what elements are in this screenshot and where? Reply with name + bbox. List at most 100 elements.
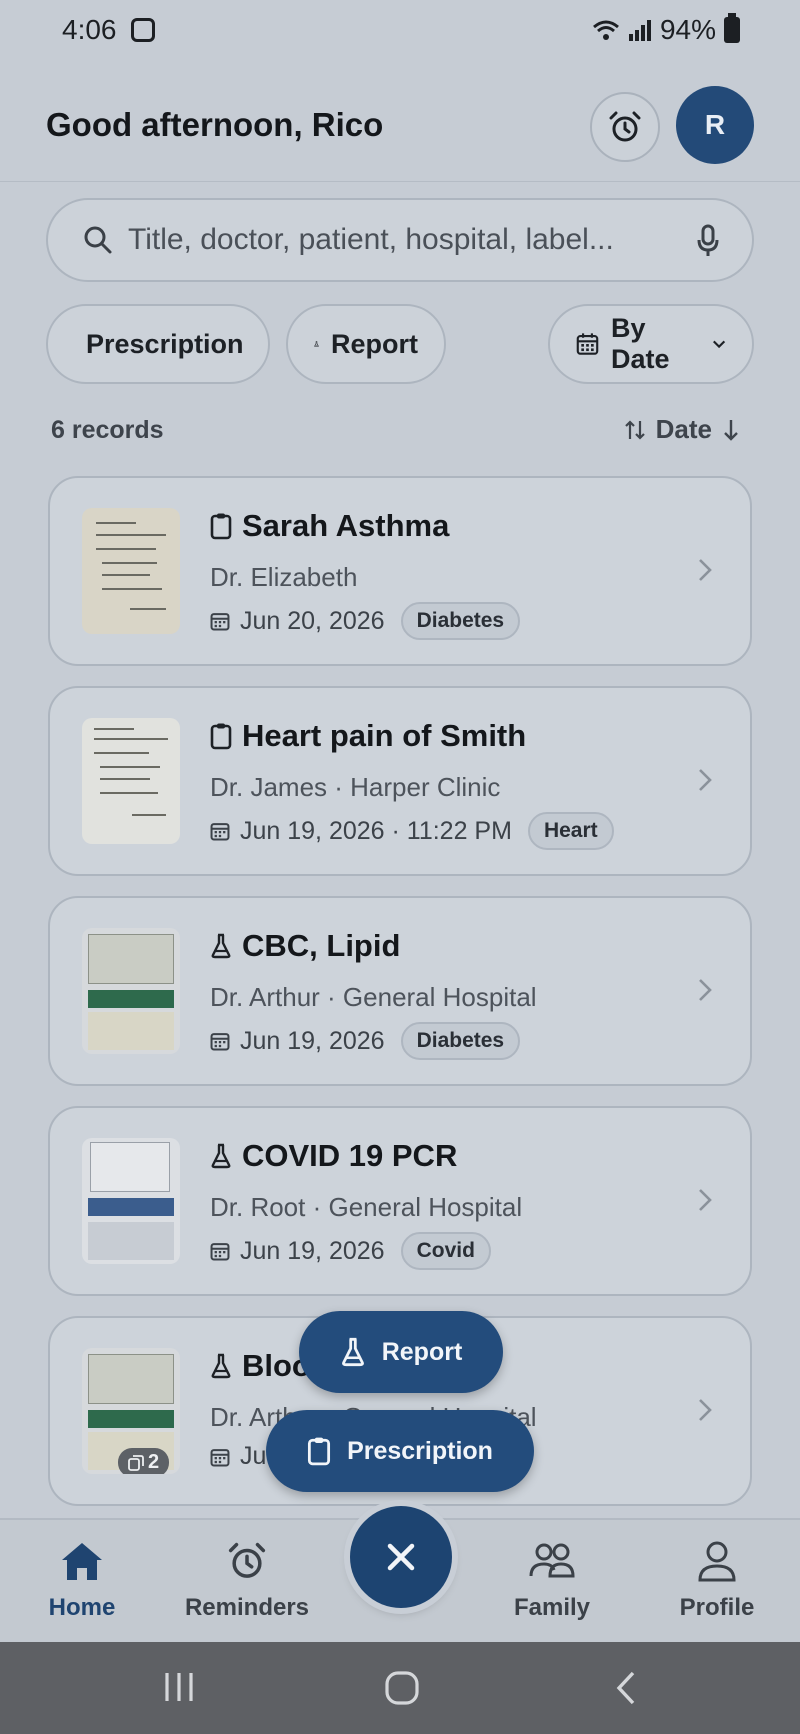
- record-thumbnail: [82, 928, 180, 1054]
- header: Good afternoon, Rico R: [0, 62, 800, 182]
- record-tag: Covid: [400, 1232, 491, 1270]
- nav-family[interactable]: Family: [482, 1540, 622, 1622]
- greeting-title: Good afternoon, Rico: [46, 106, 384, 143]
- app-screen: 4:06 94% Good afternoon, Rico R Prescrip…: [0, 0, 800, 1734]
- nav-home-label: Home: [48, 1594, 116, 1621]
- chevron-right-icon: [699, 1189, 712, 1211]
- fab-add-prescription-button[interactable]: Prescription: [266, 1410, 534, 1492]
- filter-prescription[interactable]: Prescription: [46, 304, 270, 384]
- record-title: Sarah Asthma: [242, 508, 450, 543]
- chevron-right-icon: [699, 769, 712, 791]
- calendar-icon: [210, 613, 230, 631]
- search-bar: [46, 198, 754, 282]
- record-date: Jun 20, 2026: [240, 606, 385, 635]
- nav-reminders[interactable]: Reminders: [177, 1540, 317, 1622]
- close-icon: [387, 1543, 415, 1571]
- notification-app-icon: [131, 18, 155, 42]
- sort-icon: [624, 419, 645, 440]
- arrow-down-icon: [724, 419, 738, 441]
- flask-icon: [314, 341, 319, 347]
- battery-percent: 94%: [659, 14, 716, 45]
- nav-home[interactable]: Home: [12, 1540, 152, 1622]
- date-filter-dropdown[interactable]: By Date: [548, 304, 754, 384]
- status-bar: 4:06 94%: [0, 0, 800, 62]
- alarm-clock-icon: [609, 111, 641, 142]
- search-input[interactable]: [128, 200, 668, 280]
- signal-icon: [628, 20, 651, 41]
- user-icon: [698, 1541, 736, 1582]
- calendar-icon: [210, 823, 230, 841]
- fab-add-report-button[interactable]: Report: [299, 1311, 503, 1393]
- record-date: Jun 19, 2026: [240, 1026, 385, 1055]
- calendar-icon: [210, 1033, 230, 1051]
- record-tag: Heart: [527, 812, 614, 850]
- date-filter-label: By Date: [610, 313, 670, 374]
- nav-profile-label: Profile: [679, 1594, 755, 1621]
- record-date: Jun 19, 2026: [240, 1236, 385, 1265]
- status-icons: 94%: [592, 13, 740, 46]
- record-doctor-hospital: Dr. Root · General Hospital: [210, 1192, 523, 1222]
- record-title: Heart pain of Smith: [242, 718, 527, 753]
- chevron-right-icon: [699, 1399, 712, 1421]
- home-circle-icon[interactable]: [384, 1670, 420, 1706]
- record-tag: Diabetes: [400, 602, 521, 640]
- record-card[interactable]: Sarah Asthma Dr. Elizabeth Jun 20, 2026 …: [48, 476, 752, 666]
- fab-prescription-label: Prescription: [347, 1436, 493, 1465]
- pages-count: 2: [148, 1451, 160, 1473]
- flask-icon: [341, 1337, 364, 1367]
- record-card[interactable]: Heart pain of Smith Dr. James · Harper C…: [48, 686, 752, 876]
- record-thumbnail: 2: [82, 1348, 180, 1474]
- flask-icon: [211, 1143, 231, 1169]
- clipboard-icon: [210, 513, 232, 540]
- copy-icon: [128, 1454, 144, 1471]
- sort-label: Date: [655, 414, 712, 444]
- alarm-clock-icon: [228, 1542, 266, 1578]
- clipboard-icon: [210, 723, 232, 750]
- record-tag: Diabetes: [400, 1022, 521, 1060]
- recent-apps-icon[interactable]: [162, 1670, 196, 1704]
- chevron-right-icon: [699, 979, 712, 1001]
- record-doctor: Dr. Elizabeth: [210, 562, 358, 592]
- clipboard-icon: [308, 1437, 331, 1466]
- family-icon: [529, 1543, 575, 1578]
- avatar[interactable]: R: [676, 86, 754, 164]
- pages-badge: 2: [118, 1448, 170, 1474]
- flask-icon: [211, 1353, 231, 1379]
- search-icon: [84, 226, 112, 254]
- record-doctor-hospital: Dr. James · Harper Clinic: [210, 772, 501, 802]
- status-time: 4:06: [62, 14, 117, 45]
- records-count: 6 records: [51, 416, 164, 444]
- calendar-icon: [576, 333, 599, 355]
- record-doctor-hospital: Dr. Arthur · General Hospital: [210, 982, 537, 1012]
- system-navigation-bar: [0, 1642, 800, 1734]
- record-thumbnail: [82, 718, 180, 844]
- filter-report-label: Report: [331, 328, 418, 359]
- battery-icon: [724, 13, 740, 43]
- record-title: CBC, Lipid: [242, 928, 401, 963]
- microphone-icon[interactable]: [696, 224, 720, 258]
- record-card[interactable]: COVID 19 PCR Dr. Root · General Hospital…: [48, 1106, 752, 1296]
- fab-close-button[interactable]: [350, 1506, 452, 1608]
- record-title: COVID 19 PCR: [242, 1138, 458, 1173]
- wifi-icon: [592, 20, 619, 40]
- calendar-icon: [210, 1448, 230, 1466]
- record-thumbnail: [82, 508, 180, 634]
- sort-button[interactable]: Date: [624, 414, 740, 445]
- record-date: Jun 19, 2026 · 11:22 PM: [240, 816, 512, 845]
- nav-reminders-label: Reminders: [184, 1594, 310, 1621]
- chevron-down-icon: [712, 340, 725, 349]
- home-icon: [62, 1543, 102, 1580]
- alarm-button[interactable]: [590, 92, 660, 162]
- flask-icon: [211, 933, 231, 959]
- record-card[interactable]: CBC, Lipid Dr. Arthur · General Hospital…: [48, 896, 752, 1086]
- chevron-right-icon: [699, 559, 712, 581]
- nav-family-label: Family: [513, 1594, 591, 1621]
- filter-report[interactable]: Report: [286, 304, 446, 384]
- nav-profile[interactable]: Profile: [647, 1540, 787, 1622]
- back-icon[interactable]: [614, 1670, 638, 1706]
- filter-prescription-label: Prescription: [86, 328, 244, 359]
- record-thumbnail: [82, 1138, 180, 1264]
- fab-report-label: Report: [381, 1337, 463, 1366]
- record-date: Ju: [240, 1442, 267, 1470]
- calendar-icon: [210, 1243, 230, 1261]
